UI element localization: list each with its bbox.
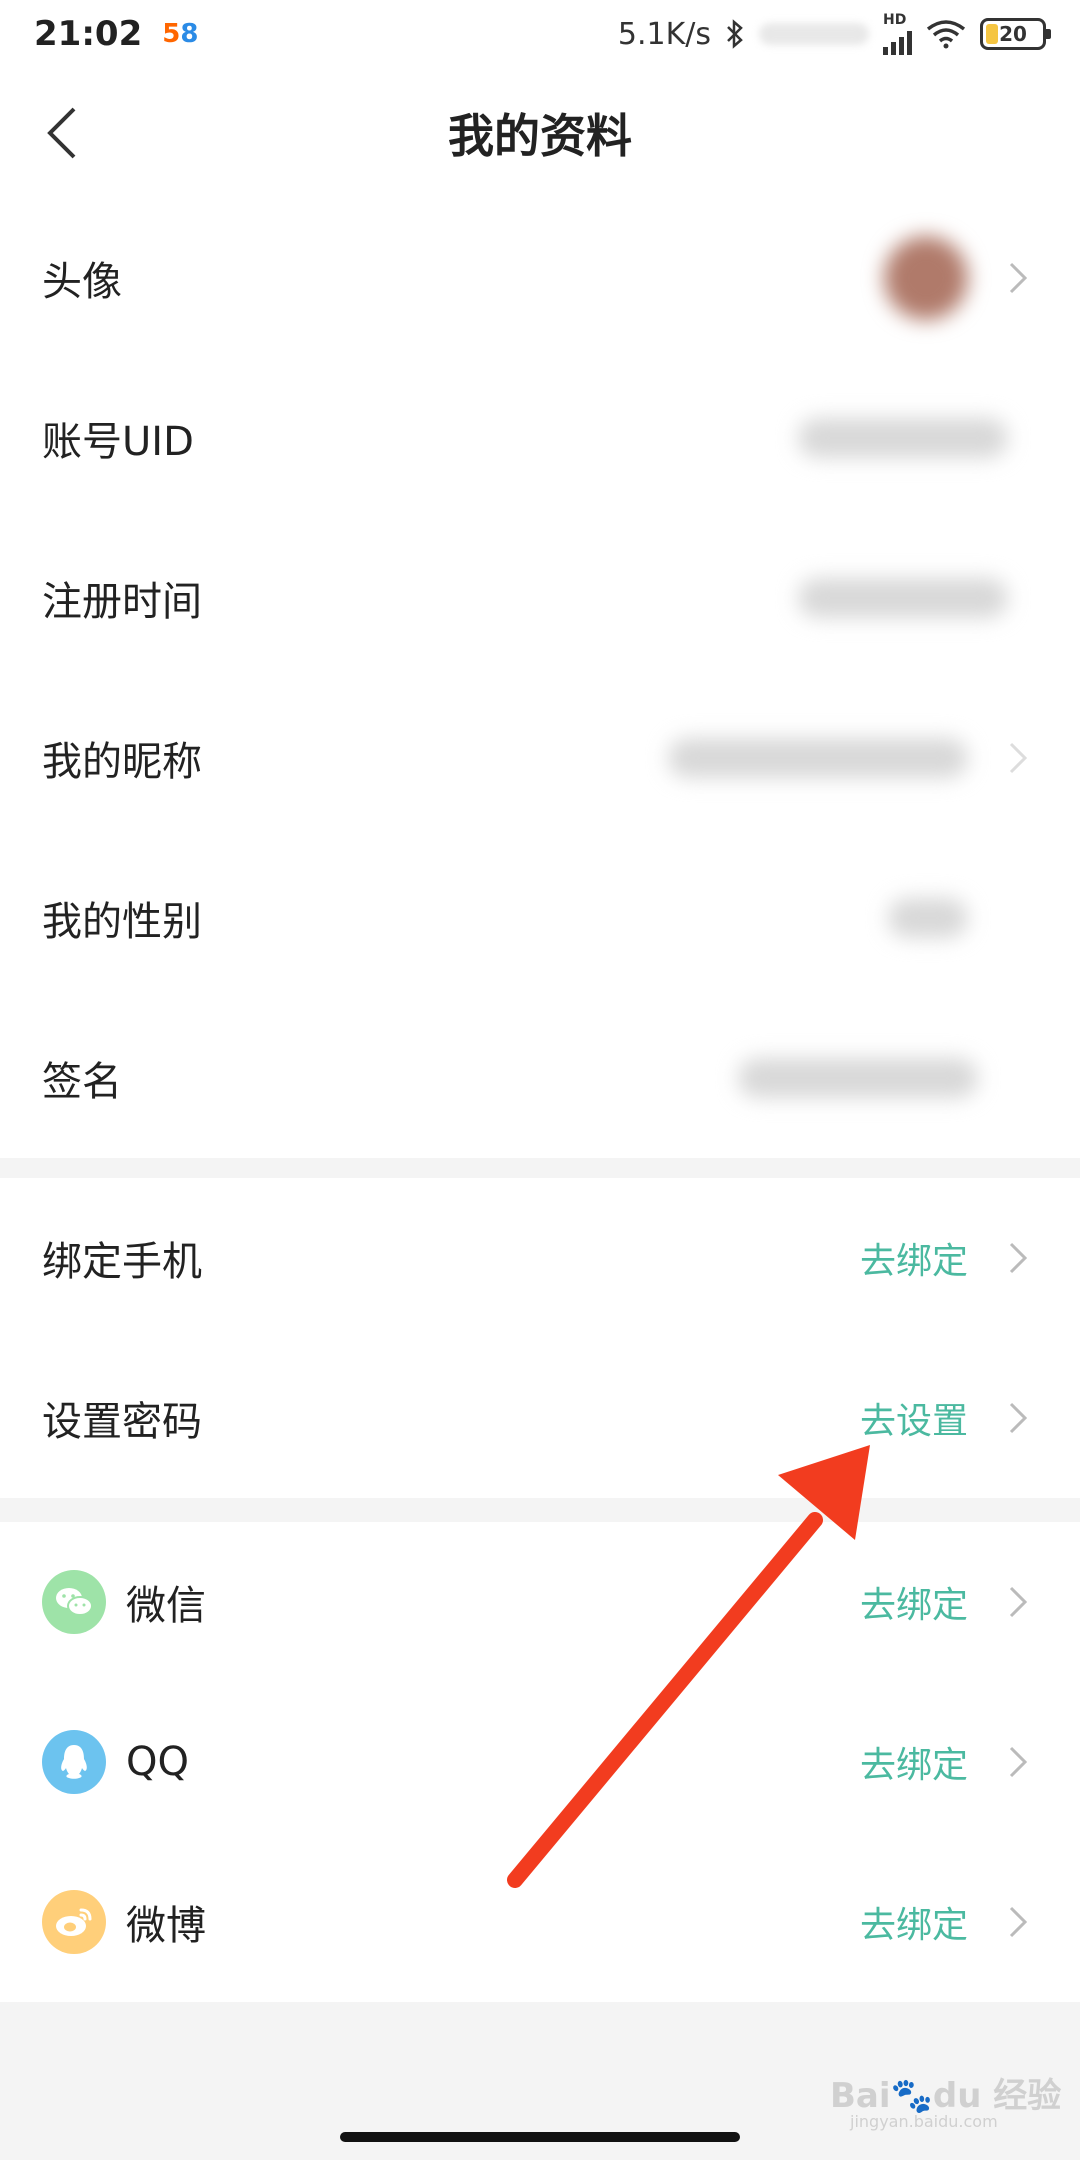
row-label: 注册时间	[42, 579, 202, 625]
social-group: 微信 去绑定 QQ 去绑定 微博 去绑定	[0, 1522, 1080, 2002]
row-bind-phone[interactable]: 绑定手机 去绑定	[0, 1178, 1080, 1338]
signature-value-redacted	[738, 1058, 978, 1098]
signal-icon	[883, 27, 912, 55]
status-blur	[759, 23, 869, 45]
wifi-icon	[926, 20, 966, 49]
battery-level: 20	[999, 22, 1027, 46]
qq-icon	[42, 1730, 106, 1794]
bluetooth-icon	[727, 19, 743, 49]
row-uid: 账号UID	[0, 358, 1080, 518]
battery-icon: 20	[980, 18, 1051, 50]
bind-qq-action[interactable]: 去绑定	[860, 1736, 968, 1788]
row-label: 头像	[42, 259, 122, 305]
app-badge-icon: 58	[162, 19, 199, 49]
chevron-right-icon	[998, 1902, 1038, 1942]
status-time: 21:02	[34, 14, 143, 54]
row-signature[interactable]: 签名	[0, 998, 1080, 1158]
row-avatar[interactable]: 头像	[0, 198, 1080, 358]
register-value-redacted	[798, 578, 1008, 618]
bind-wechat-action[interactable]: 去绑定	[860, 1576, 968, 1628]
chevron-right-icon	[998, 1582, 1038, 1622]
bind-phone-action[interactable]: 去绑定	[860, 1232, 968, 1284]
row-label: 我的昵称	[42, 739, 202, 785]
row-label: QQ	[126, 1739, 189, 1785]
row-label: 我的性别	[42, 899, 202, 945]
gender-value-redacted	[888, 898, 968, 938]
bind-weibo-action[interactable]: 去绑定	[860, 1896, 968, 1948]
security-group: 绑定手机 去绑定 设置密码 去设置	[0, 1178, 1080, 1498]
back-button[interactable]	[34, 98, 90, 168]
page-title: 我的资料	[448, 109, 632, 163]
chevron-left-icon	[47, 107, 76, 159]
row-register-time: 注册时间	[0, 518, 1080, 678]
row-gender[interactable]: 我的性别	[0, 838, 1080, 998]
chevron-right-icon	[998, 1742, 1038, 1782]
row-label: 绑定手机	[42, 1239, 202, 1285]
watermark-site: jingyan.baidu.com	[850, 2112, 998, 2131]
nav-bar: 我的资料	[0, 68, 1080, 198]
row-label: 设置密码	[42, 1399, 202, 1445]
weibo-icon	[42, 1890, 106, 1954]
chevron-right-icon	[998, 1238, 1038, 1278]
watermark-logo: Bai🐾du 经验	[830, 2076, 1062, 2116]
row-nickname[interactable]: 我的昵称	[0, 678, 1080, 838]
chevron-right-icon	[998, 258, 1038, 298]
chevron-right-icon	[998, 1398, 1038, 1438]
avatar	[884, 236, 968, 320]
row-label: 微博	[126, 1903, 206, 1949]
row-weibo[interactable]: 微博 去绑定	[0, 1842, 1080, 2002]
network-speed: 5.1K/s	[617, 16, 711, 52]
nickname-value-redacted	[668, 738, 968, 778]
set-password-action[interactable]: 去设置	[860, 1392, 968, 1444]
profile-group: 头像 账号UID 注册时间 我的昵称 我的性别 签名	[0, 198, 1080, 1158]
row-set-password[interactable]: 设置密码 去设置	[0, 1338, 1080, 1498]
wechat-icon	[42, 1570, 106, 1634]
row-label: 签名	[42, 1059, 122, 1105]
row-label: 微信	[126, 1583, 206, 1629]
home-indicator[interactable]	[340, 2132, 740, 2142]
row-wechat[interactable]: 微信 去绑定	[0, 1522, 1080, 1682]
row-label: 账号UID	[42, 419, 194, 465]
chevron-right-icon	[998, 738, 1038, 778]
uid-value-redacted	[798, 418, 1008, 458]
status-bar: 21:02 58 5.1K/s HD 20	[0, 0, 1080, 68]
hd-label: HD	[883, 12, 907, 28]
row-qq[interactable]: QQ 去绑定	[0, 1682, 1080, 1842]
